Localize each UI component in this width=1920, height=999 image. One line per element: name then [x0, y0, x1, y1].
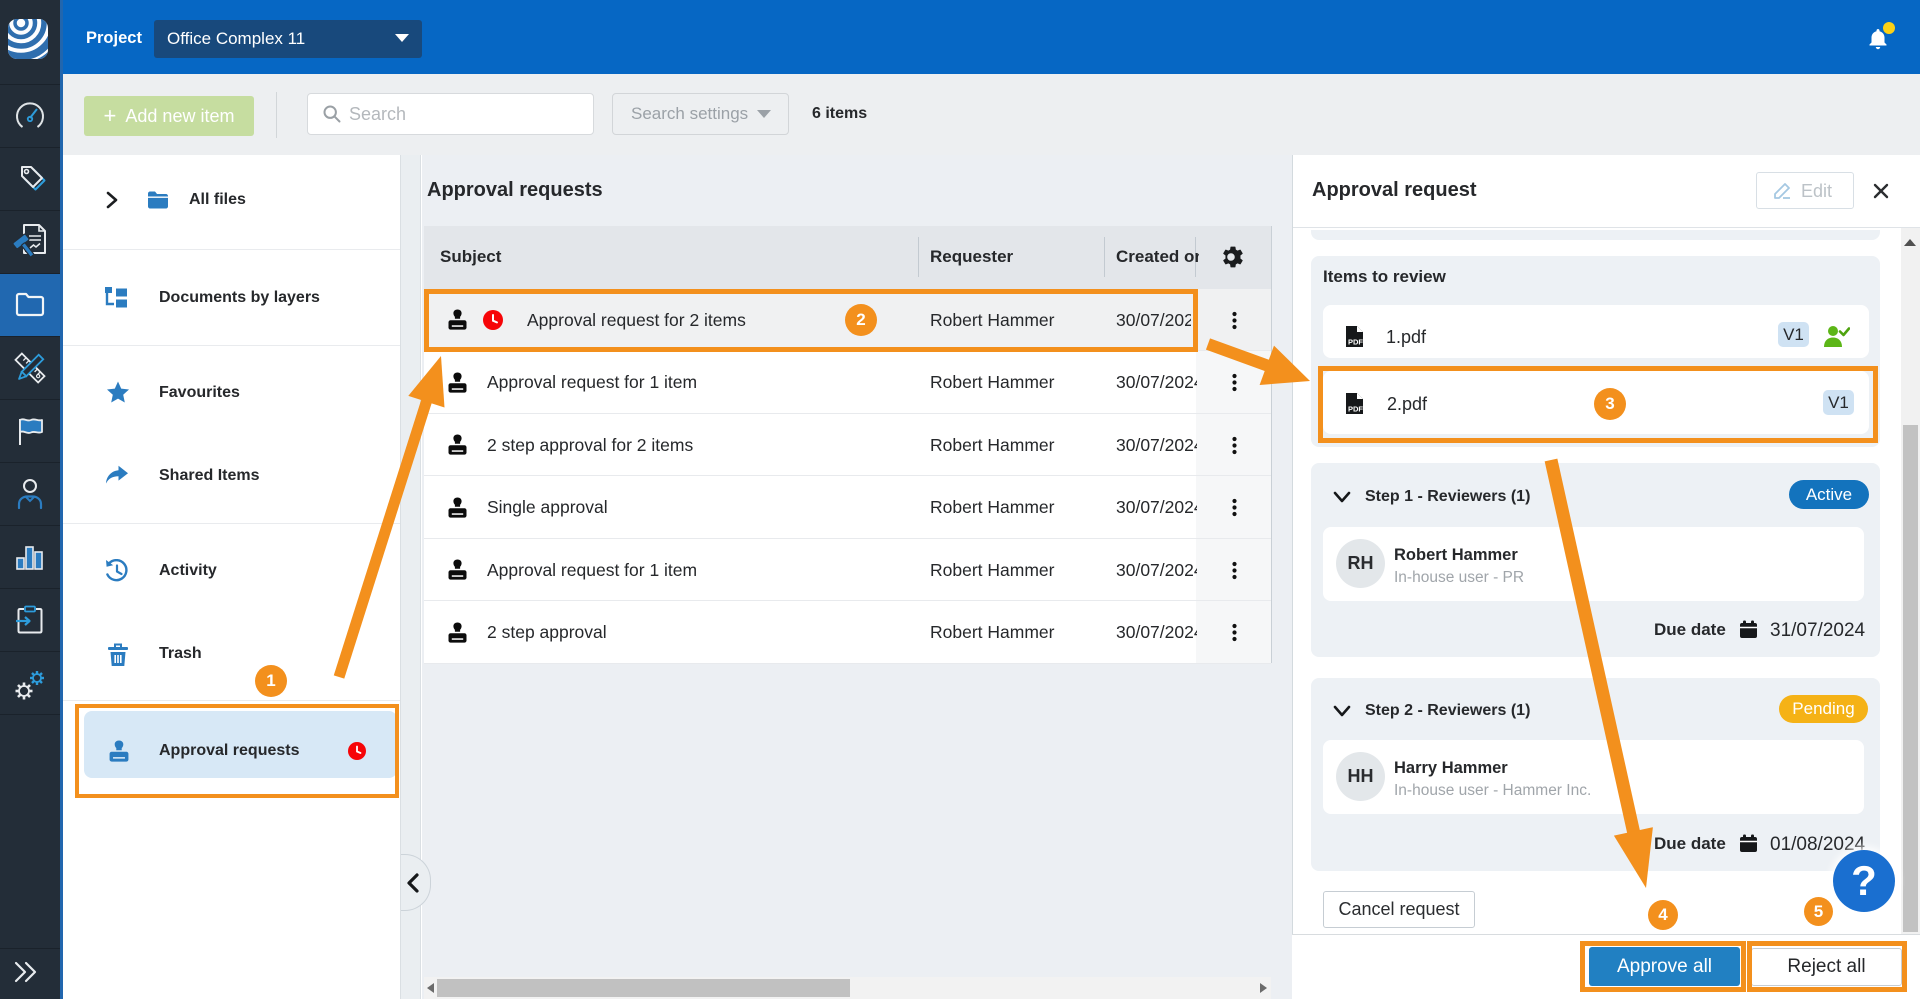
- svg-text:PDF: PDF: [1348, 338, 1363, 347]
